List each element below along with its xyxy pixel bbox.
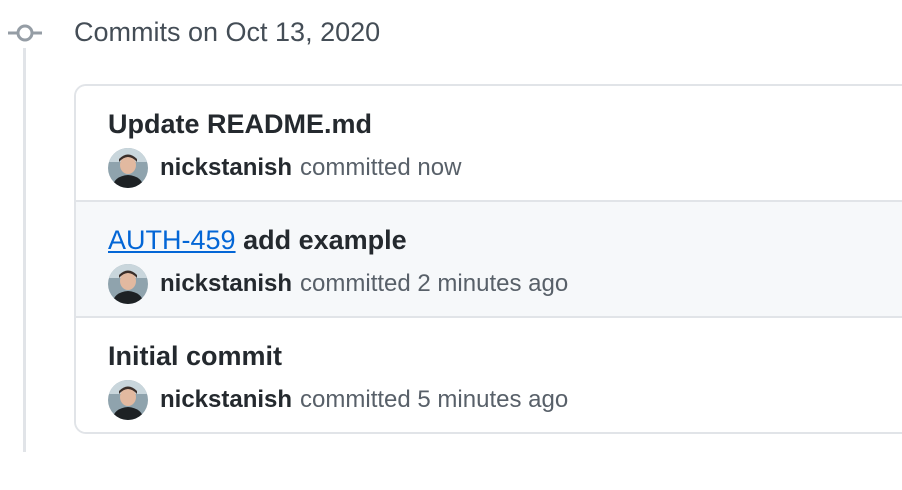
git-commit-icon: [8, 22, 42, 44]
commit-meta: nickstanish committed 5 minutes ago: [108, 380, 568, 420]
timeline-line: [23, 48, 26, 452]
issue-link[interactable]: AUTH-459: [108, 225, 236, 255]
author-name[interactable]: nickstanish: [160, 386, 292, 414]
commit-group-title: Commits on Oct 13, 2020: [74, 17, 381, 47]
commit-meta: nickstanish committed now: [108, 148, 461, 188]
author-name[interactable]: nickstanish: [160, 154, 292, 182]
commit-row: Initial commit nickstanish committed 5 m…: [76, 318, 902, 432]
commit-row: AUTH-459 add example nickstanish committ…: [76, 202, 902, 318]
commit-message[interactable]: add example: [243, 225, 407, 255]
commit-list: Update README.md nickstanish committed n…: [74, 84, 902, 434]
commit-time: committed 5 minutes ago: [300, 386, 569, 413]
commit-meta: nickstanish committed 2 minutes ago: [108, 264, 568, 304]
commit-title[interactable]: Initial commit: [108, 338, 282, 374]
commit-history-page: Commits on Oct 13, 2020 Update README.md: [0, 0, 902, 490]
avatar[interactable]: [108, 148, 148, 188]
commit-title[interactable]: AUTH-459 add example: [108, 222, 407, 258]
commit-time: committed 2 minutes ago: [300, 270, 569, 297]
commit-message[interactable]: Update README.md: [108, 109, 372, 139]
commit-row: Update README.md nickstanish committed n…: [76, 86, 902, 202]
avatar[interactable]: [108, 264, 148, 304]
commit-time: committed now: [300, 154, 462, 181]
commit-title[interactable]: Update README.md: [108, 106, 372, 142]
author-name[interactable]: nickstanish: [160, 270, 292, 298]
commit-message[interactable]: Initial commit: [108, 341, 282, 371]
content-clip: Commits on Oct 13, 2020 Update README.md: [0, 0, 902, 490]
avatar[interactable]: [108, 380, 148, 420]
